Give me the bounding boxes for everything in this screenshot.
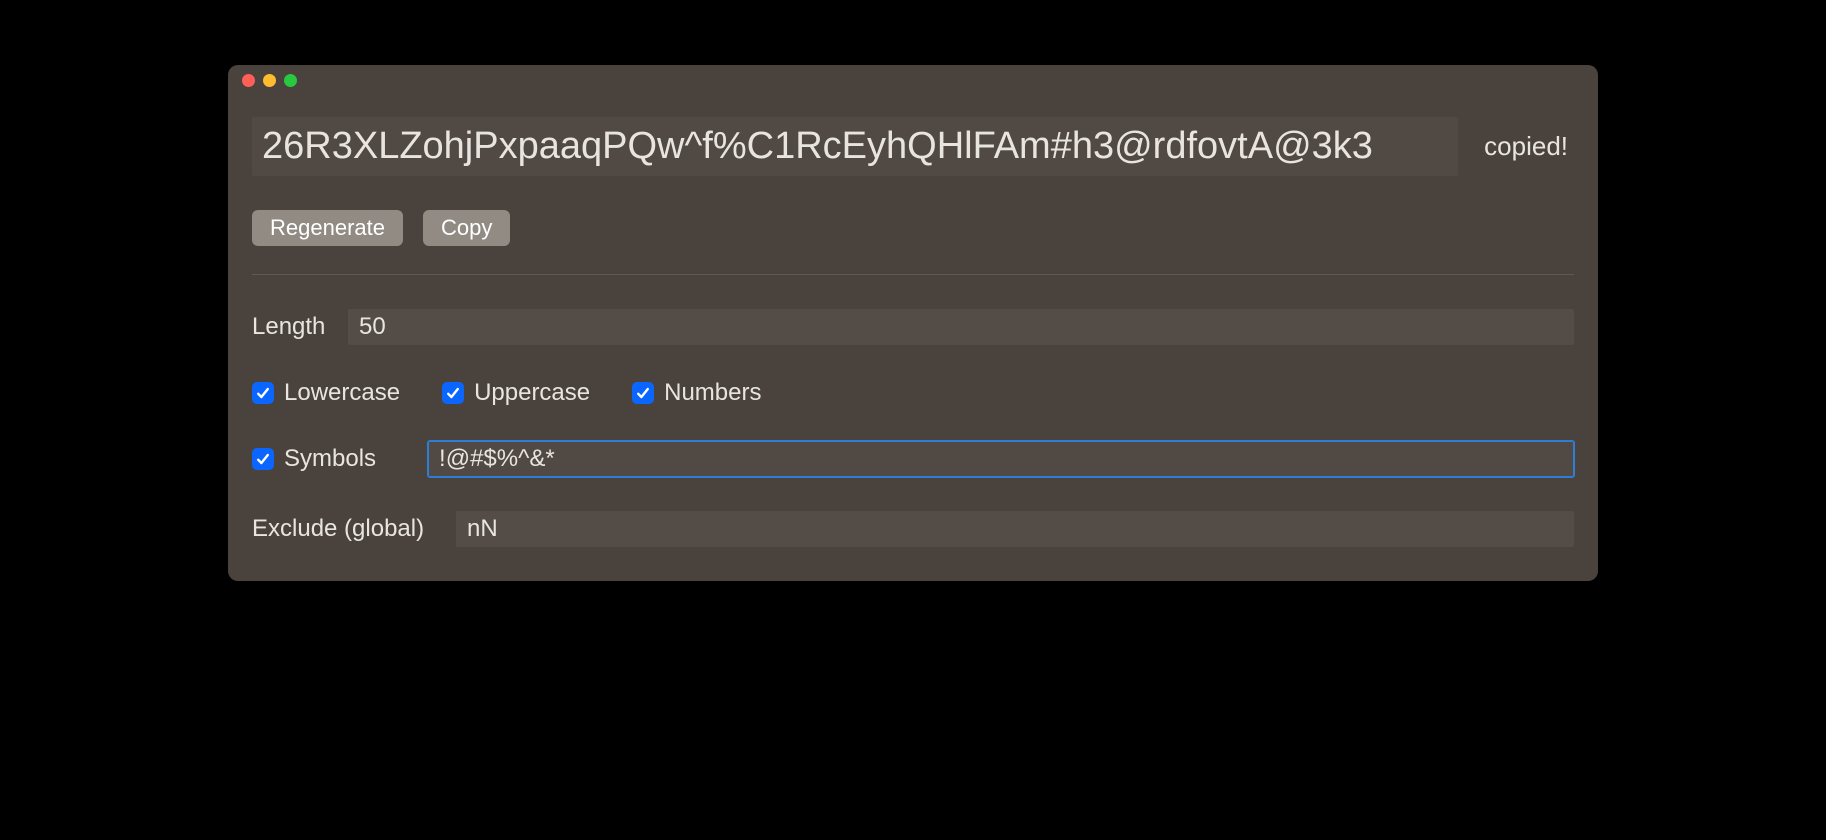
zoom-icon[interactable] [284,74,297,87]
numbers-checkbox[interactable] [632,382,654,404]
exclude-input[interactable] [456,511,1574,547]
uppercase-label: Uppercase [474,379,590,407]
password-output[interactable]: 26R3XLZohjPxpaaqPQw^f%C1RcEyhQHlFAm#h3@r… [252,117,1458,176]
length-input[interactable] [348,309,1574,345]
symbols-input[interactable] [428,441,1574,477]
titlebar [228,65,1598,95]
uppercase-checkbox[interactable] [442,382,464,404]
separator [252,274,1574,275]
copy-status: copied! [1484,131,1574,162]
symbols-label: Symbols [284,445,376,473]
app-window: 26R3XLZohjPxpaaqPQw^f%C1RcEyhQHlFAm#h3@r… [228,65,1598,581]
lowercase-checkbox[interactable] [252,382,274,404]
numbers-label: Numbers [664,379,761,407]
copy-button[interactable]: Copy [423,210,510,246]
check-icon [445,385,461,401]
check-icon [635,385,651,401]
regenerate-button[interactable]: Regenerate [252,210,403,246]
minimize-icon[interactable] [263,74,276,87]
close-icon[interactable] [242,74,255,87]
content: 26R3XLZohjPxpaaqPQw^f%C1RcEyhQHlFAm#h3@r… [228,95,1598,581]
symbols-checkbox[interactable] [252,448,274,470]
exclude-label: Exclude (global) [252,515,456,543]
check-icon [255,451,271,467]
check-icon [255,385,271,401]
length-label: Length [252,313,348,341]
lowercase-label: Lowercase [284,379,400,407]
